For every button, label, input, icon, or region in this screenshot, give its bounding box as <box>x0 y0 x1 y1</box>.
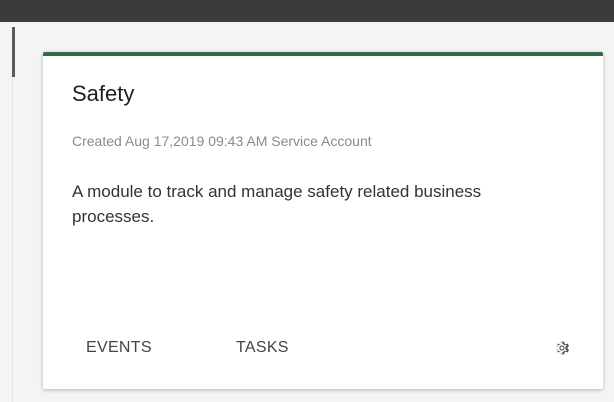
card-title: Safety <box>72 81 135 106</box>
events-button[interactable]: EVENTS <box>86 338 152 358</box>
card-description: A module to track and manage safety rela… <box>72 182 482 226</box>
left-divider <box>12 77 13 402</box>
gear-icon[interactable] <box>553 339 571 357</box>
card-meta: Created Aug 17,2019 09:43 AM Service Acc… <box>72 133 372 149</box>
tasks-button[interactable]: TASKS <box>236 338 289 358</box>
module-card-safety[interactable]: Safety Created Aug 17,2019 09:43 AM Serv… <box>43 52 603 389</box>
left-edge-marker <box>12 27 15 77</box>
top-bar <box>0 0 614 22</box>
